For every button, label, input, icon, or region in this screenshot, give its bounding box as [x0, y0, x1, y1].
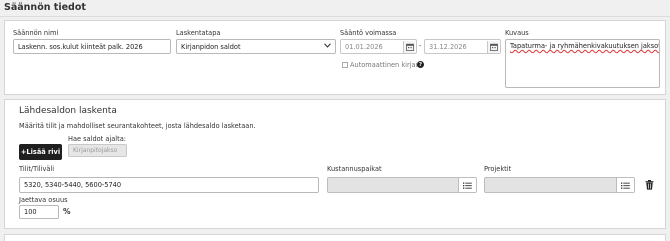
method-label: Laskentatapa [176, 29, 221, 37]
list-icon[interactable] [458, 178, 476, 192]
share-value: 100 [24, 208, 37, 216]
rule-name-value: Laskenn. sos.kulut kiinteät palk. 2026 [18, 42, 143, 51]
description-value: Tapaturma- ja ryhmähenkivakuutuksen jaks… [510, 42, 660, 50]
auto-post-checkbox[interactable] [342, 62, 348, 68]
title-divider [0, 16, 670, 17]
projects-label: Projektit [484, 165, 512, 173]
accounts-label: Tilit/Tiliväli [19, 165, 55, 173]
method-value: Kirjanpidon saldot [181, 42, 241, 51]
description-textarea[interactable]: Tapaturma- ja ryhmähenkivakuutuksen jaks… [505, 39, 660, 88]
date-to-input[interactable]: 31.12.2026 [424, 39, 501, 54]
calendar-icon[interactable] [403, 41, 415, 53]
cost-centers-label: Kustannuspaikat [327, 165, 382, 173]
share-unit: % [63, 207, 71, 216]
cost-centers-input[interactable] [327, 177, 477, 193]
date-from-input[interactable]: 01.01.2026 [340, 39, 417, 54]
source-help-text: Määritä tilit ja mahdolliset seurantakoh… [19, 122, 256, 130]
auto-post-label: Automaattinen kirjaus [350, 61, 424, 69]
accounts-input[interactable]: 5320, 5340-5440, 5600-5740 [19, 177, 319, 193]
fetch-period-select[interactable]: Kirjanpitojakso [68, 144, 127, 157]
source-section-title: Lähdesaldon laskenta [19, 106, 117, 116]
page-title: Säännön tiedot [4, 2, 86, 13]
description-label: Kuvaus [505, 29, 529, 37]
projects-input[interactable] [484, 177, 635, 193]
share-label: Jaettava osuus [19, 196, 68, 204]
fetch-period-value: Kirjanpitojakso [73, 147, 118, 154]
date-from-value: 01.01.2026 [345, 42, 383, 51]
date-to-value: 31.12.2026 [429, 42, 467, 51]
next-card [4, 234, 666, 241]
share-input[interactable]: 100 [19, 205, 59, 219]
accounts-value: 5320, 5340-5440, 5600-5740 [24, 181, 122, 189]
method-select[interactable]: Kirjanpidon saldot [176, 39, 336, 54]
source-balance-card [4, 99, 666, 229]
chevron-down-icon [324, 43, 331, 50]
list-icon[interactable] [616, 178, 634, 192]
date-separator: - [419, 42, 422, 50]
validity-label: Sääntö voimassa [340, 29, 397, 37]
add-row-button[interactable]: +Lisää rivi [19, 144, 62, 160]
calendar-icon[interactable] [487, 41, 499, 53]
rule-name-label: Säännön nimi [13, 29, 59, 37]
help-icon[interactable]: ? [417, 61, 424, 68]
rule-name-input[interactable]: Laskenn. sos.kulut kiinteät palk. 2026 [13, 39, 171, 54]
fetch-label: Hae saldot ajalta: [68, 135, 126, 143]
trash-icon[interactable] [645, 180, 654, 190]
